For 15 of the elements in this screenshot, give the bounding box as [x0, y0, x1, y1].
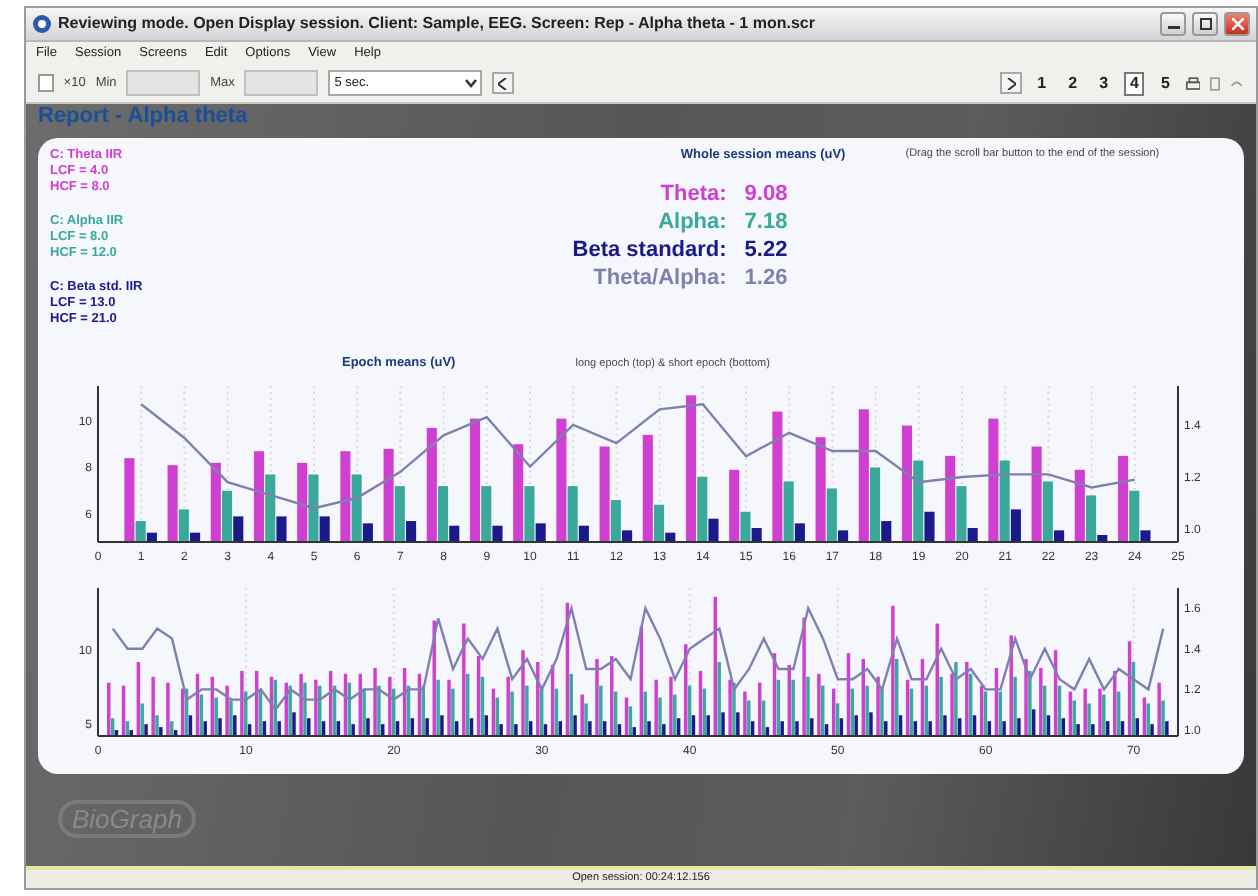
mean-label: Beta standard:: [572, 237, 727, 262]
page-button[interactable]: 4: [1124, 71, 1145, 96]
page-button[interactable]: 3: [1093, 71, 1115, 96]
mean-value: 7.18: [744, 209, 788, 234]
mean-label: Alpha:: [656, 209, 727, 234]
window-title: Reviewing mode. Open Display session. Client: Sample, EEG. Screen: Rep - Alpha theta - 1 mon.scr: [58, 14, 817, 33]
report-title: Report - Alpha theta: [38, 103, 250, 130]
mean-value: 1.26: [744, 265, 788, 290]
mean-value: 9.08: [744, 181, 788, 206]
mean-label: Theta/Alpha:: [591, 265, 727, 290]
page-button[interactable]: 2: [1062, 71, 1084, 96]
mean-label: Theta:: [658, 181, 727, 206]
mean-value: 5.22: [744, 237, 788, 262]
page-button[interactable]: 5: [1154, 71, 1176, 96]
page-button[interactable]: 1: [1031, 71, 1053, 96]
